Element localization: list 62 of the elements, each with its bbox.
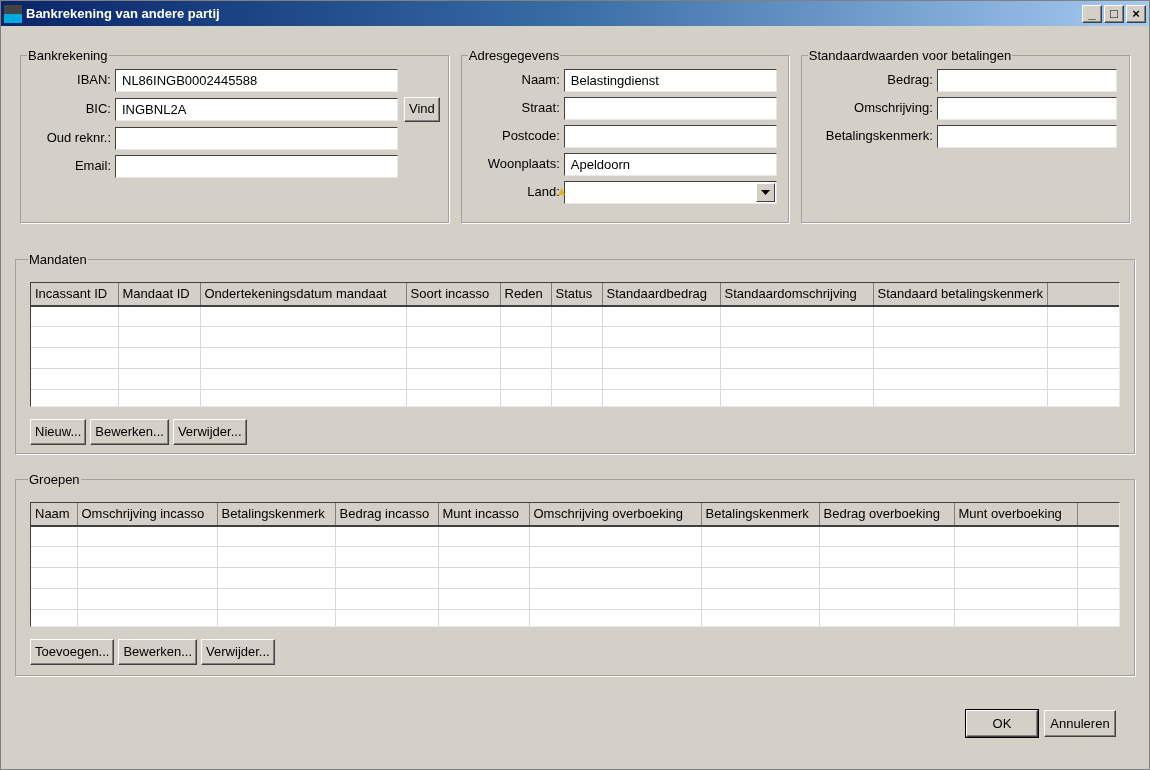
field-label: Straat: [520,99,561,118]
column-header[interactable]: Incassant ID [31,282,118,306]
field-label: Betalingskenmerk: [824,127,934,146]
input-field[interactable] [115,126,398,150]
column-header[interactable]: Soort incasso [406,282,500,306]
window-title: Bankrekening van andere partij [26,4,220,23]
action-button[interactable]: Nieuw... [30,418,87,445]
app-icon [4,4,22,23]
field-label: IBAN: [76,71,112,90]
column-header[interactable]: Munt overboeking [954,502,1077,526]
input-field[interactable] [563,124,777,148]
input-field[interactable]: NL86INGB0002445588 [115,68,398,92]
input-field[interactable] [115,154,398,178]
input-field[interactable] [563,96,777,120]
field-label: Postcode: [500,127,561,146]
column-header[interactable]: Bedrag incasso [335,502,438,526]
dialog-button[interactable]: OK [966,710,1038,737]
window-control[interactable]: _ [1082,4,1102,23]
column-header[interactable]: Standaardbedrag [602,282,720,306]
field-label: BIC: [84,100,112,119]
column-header[interactable]: Munt incasso [438,502,529,526]
column-header[interactable]: Mandaat ID [118,282,200,306]
find-button[interactable]: Vind [404,96,440,122]
group-title: Bankrekening [27,47,109,65]
column-header[interactable]: Reden [500,282,551,306]
column-header[interactable]: Bedrag overboeking [819,502,954,526]
action-button[interactable]: Toevoegen... [30,638,115,665]
input-field[interactable]: Belastingdienst [563,68,777,92]
column-header[interactable]: Ondertekeningsdatum mandaat [200,282,406,306]
dropdown-field[interactable] [563,180,777,204]
group-title: Groepen [28,471,81,489]
column-header[interactable]: Betalingskenmerk [217,502,335,526]
input-field[interactable] [936,68,1117,92]
group-title: Standaardwaarden voor betalingen [807,47,1013,65]
column-header[interactable]: Standaardomschrijving [720,282,873,306]
window-control[interactable]: × [1126,4,1146,23]
group-title: Mandaten [28,251,88,269]
action-button[interactable]: Bewerken... [90,418,169,445]
column-header[interactable]: Omschrijving incasso [77,502,217,526]
action-button[interactable]: Verwijder... [172,418,247,445]
field-label: Oud reknr.: [45,129,112,148]
field-label: Email: [73,157,112,176]
group-title: Adresgegevens [467,47,561,65]
column-header[interactable]: Standaard betalingskenmerk [873,282,1048,306]
field-label: Omschrijving: [853,99,934,118]
window-control[interactable]: □ [1104,4,1124,23]
column-header[interactable]: Omschrijving overboeking [529,502,701,526]
field-label: Bedrag: [886,71,934,90]
input-field[interactable]: INGBNL2A [115,97,398,121]
field-label: Naam: [520,71,561,90]
input-field[interactable] [936,96,1117,120]
column-header[interactable]: Betalingskenmerk [701,502,819,526]
input-field[interactable] [936,124,1117,148]
field-label: Land: [526,183,561,202]
field-label: Woonplaats: [486,155,561,174]
column-header[interactable]: Naam [31,502,77,526]
input-field[interactable]: Apeldoorn [563,152,777,176]
column-header[interactable]: Status [551,282,602,306]
action-button[interactable]: Bewerken... [118,638,198,665]
action-button[interactable]: Verwijder... [201,638,275,665]
dialog-button[interactable]: Annuleren [1044,710,1116,737]
dropdown-caret-icon [755,182,775,202]
